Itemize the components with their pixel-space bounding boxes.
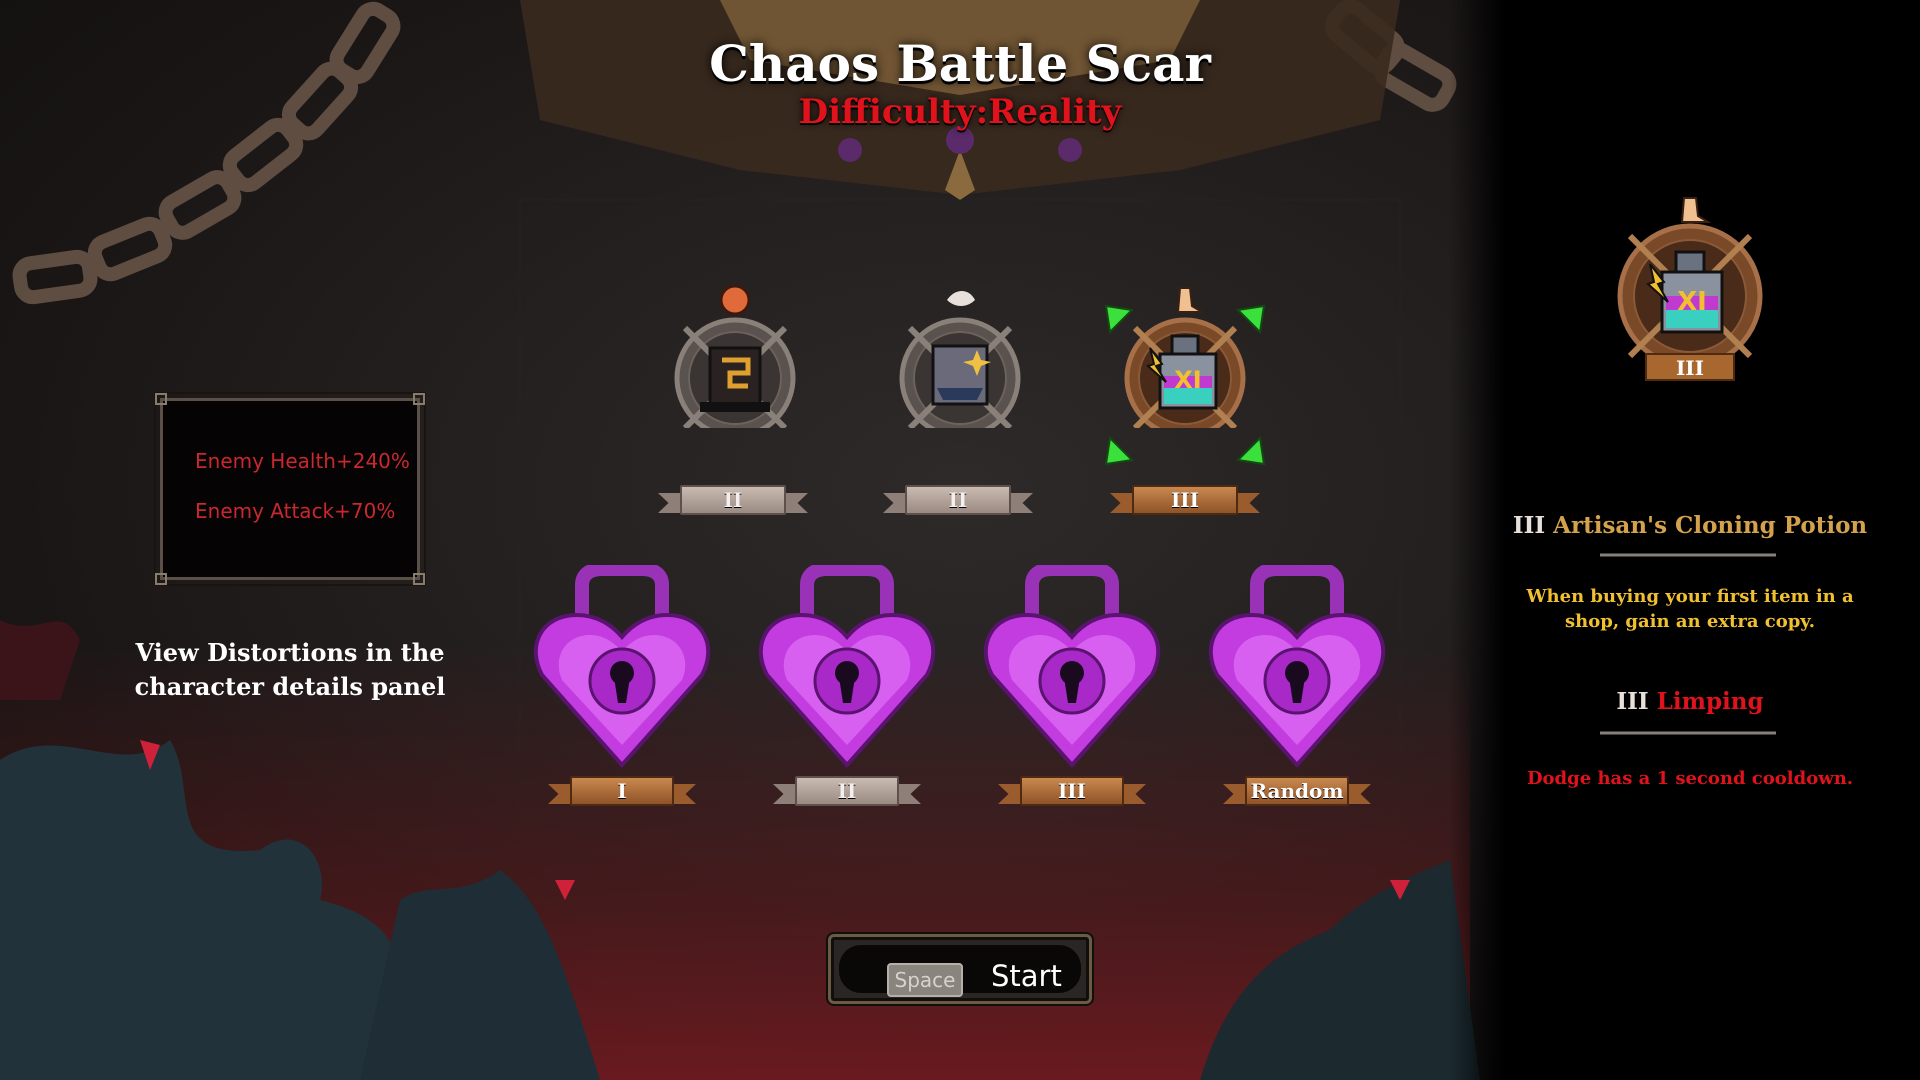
- blessing-title: III Artisan's Cloning Potion: [1500, 512, 1880, 539]
- curse-description: Dodge has a 1 second cooldown.: [1526, 768, 1854, 789]
- badge-1-level-ribbon: II: [658, 485, 808, 515]
- badge-2-level-ribbon: II: [883, 485, 1033, 515]
- lock-2-level: II: [837, 779, 857, 803]
- badge-3-level: III: [1170, 488, 1200, 512]
- lock-random-level: Random: [1250, 779, 1344, 803]
- enemy-health-stat: Enemy Health+240%: [195, 449, 410, 473]
- selection-markers: [1104, 304, 1266, 466]
- view-note-line2: character details panel: [134, 672, 446, 701]
- blessing-name: Artisan's Cloning Potion: [1553, 512, 1868, 539]
- lock-random-ribbon: Random: [1223, 776, 1371, 806]
- lock-3-level-ribbon: III: [998, 776, 1146, 806]
- enemy-stats-box: Enemy Health+240% Enemy Attack+70%: [154, 392, 426, 586]
- detail-panel-bg: [1450, 0, 1920, 1080]
- heart-lock-icon: [758, 565, 936, 769]
- game-screen: Chaos Battle Scar Difficulty:Reality Ene…: [0, 0, 1920, 1080]
- enemy-attack-stat: Enemy Attack+70%: [195, 499, 396, 523]
- frame-corner: [155, 573, 167, 585]
- view-note-line1: View Distortions in the: [135, 638, 445, 667]
- space-key-hint: Space: [887, 963, 963, 997]
- curse-name: Limping: [1656, 688, 1764, 715]
- svg-text:XI: XI: [1677, 287, 1707, 317]
- heart-lock-icon: [533, 565, 711, 769]
- blessing-desc-line1: When buying your first item in a: [1526, 586, 1854, 607]
- start-button[interactable]: Space Start: [828, 934, 1092, 1004]
- blessing-description: When buying your first item in a shop, g…: [1520, 584, 1860, 634]
- difficulty-label: Difficulty:Reality: [798, 92, 1122, 132]
- start-label: Start: [991, 959, 1062, 993]
- lock-1-level-ribbon: I: [548, 776, 696, 806]
- curse-title: III Limping: [1500, 688, 1880, 715]
- stone-tablet-rune-icon: [674, 284, 796, 428]
- lock-1-level: I: [617, 779, 627, 803]
- divider: [1600, 731, 1776, 735]
- start-button-inner: Space Start: [839, 945, 1081, 997]
- page-title: Chaos Battle Scar: [709, 34, 1211, 93]
- blessing-desc-line2: shop, gain an extra copy.: [1565, 611, 1815, 632]
- frame-corner: [413, 393, 425, 405]
- heart-lock-icon: [983, 565, 1161, 769]
- frame-corner: [413, 573, 425, 585]
- blessing-level: III: [1512, 512, 1546, 539]
- frame-corner: [155, 393, 167, 405]
- lock-2-level-ribbon: II: [773, 776, 921, 806]
- badge-2-level: II: [948, 488, 968, 512]
- ship-fortress-icon: [899, 291, 1021, 428]
- selected-scar-level: III: [1675, 356, 1705, 380]
- badge-3-level-ribbon: III: [1110, 485, 1260, 515]
- badge-1-level: II: [723, 488, 743, 512]
- view-distortions-note: View Distortions in the character detail…: [120, 636, 460, 704]
- curse-level: III: [1616, 688, 1649, 715]
- heart-lock-icon: [1208, 565, 1386, 769]
- lock-3-level: III: [1057, 779, 1087, 803]
- divider: [1600, 553, 1776, 557]
